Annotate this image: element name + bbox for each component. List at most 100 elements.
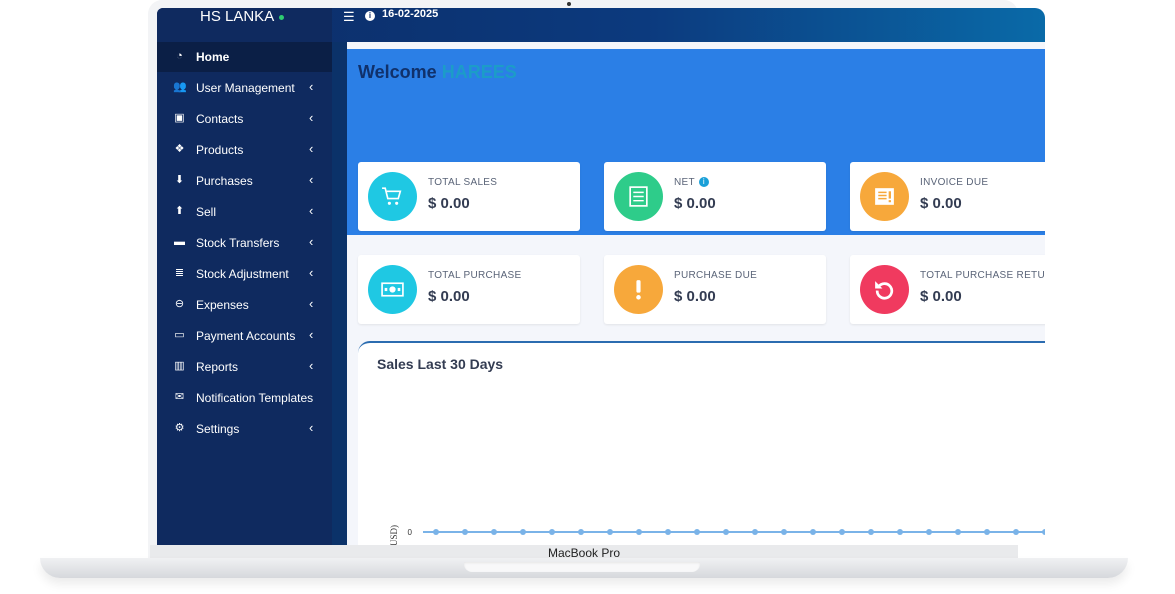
sidebar-item-label: Contacts — [196, 112, 244, 126]
data-point[interactable] — [462, 529, 468, 535]
stat-card-value: $ 0.00 — [428, 288, 470, 305]
top-bar: HS LANKA ☰ i 16-02-2025 — [157, 8, 1045, 42]
data-point[interactable] — [607, 529, 613, 535]
undo-icon — [860, 265, 909, 314]
chevron-left-icon: ‹ — [309, 141, 314, 156]
gear-icon: ⚙ — [174, 422, 185, 434]
welcome-user: HAREES — [441, 62, 517, 82]
data-point[interactable] — [897, 529, 903, 535]
sidebar-item-sell[interactable]: ⬆ Sell ‹ — [157, 197, 332, 227]
brand-name: HS LANKA — [200, 8, 275, 25]
stat-card-value: $ 0.00 — [674, 195, 716, 212]
data-point[interactable] — [926, 529, 932, 535]
dashboard-icon: ◔ — [176, 50, 183, 62]
stat-card-title: TOTAL SALES — [428, 177, 497, 188]
sidebar-item-label: Stock Transfers — [196, 236, 280, 250]
online-dot-icon — [279, 15, 284, 20]
stat-card-purchase-due: PURCHASE DUE $ 0.00 — [604, 255, 826, 324]
data-point[interactable] — [723, 529, 729, 535]
data-point[interactable] — [694, 529, 700, 535]
data-point[interactable] — [491, 529, 497, 535]
truck-icon: ▬ — [174, 236, 185, 248]
sidebar-item-purchases[interactable]: ⬇ Purchases ‹ — [157, 166, 332, 196]
info-icon[interactable]: i — [698, 177, 709, 187]
users-icon: 👥 — [173, 81, 187, 93]
sidebar-item-user-management[interactable]: 👥 User Management ‹ — [157, 73, 332, 103]
data-point[interactable] — [433, 529, 439, 535]
data-point[interactable] — [955, 529, 961, 535]
stat-card-title: TOTAL PURCHASE RETURN — [920, 270, 1045, 281]
stat-card-title: PURCHASE DUE — [674, 270, 757, 281]
money-check-icon: ▭ — [174, 329, 185, 341]
chevron-left-icon: ‹ — [309, 296, 314, 311]
data-point[interactable] — [868, 529, 874, 535]
database-icon: ≣ — [174, 267, 185, 279]
data-point[interactable] — [839, 529, 845, 535]
sidebar-item-label: Purchases — [196, 174, 253, 188]
sidebar-item-contacts[interactable]: ▣ Contacts ‹ — [157, 104, 332, 134]
stat-card-total-sales: TOTAL SALES $ 0.00 — [358, 162, 580, 231]
sidebar-item-home[interactable]: ◔ Home — [157, 42, 332, 72]
sidebar-item-stock-adjustment[interactable]: ≣ Stock Adjustment ‹ — [157, 259, 332, 289]
chevron-left-icon: ‹ — [309, 420, 314, 435]
arrow-circle-up-icon: ⬆ — [174, 205, 185, 217]
stat-card-title-text: TOTAL SALES — [428, 177, 498, 188]
sidebar-item-label: Payment Accounts — [196, 329, 296, 343]
envelope-icon: ✉ — [174, 391, 185, 403]
data-point[interactable] — [781, 529, 787, 535]
laptop-notch — [464, 562, 700, 572]
welcome-prefix: Welcome — [358, 62, 437, 82]
document-icon — [614, 172, 663, 221]
brand[interactable]: HS LANKA — [157, 8, 332, 42]
data-point[interactable] — [636, 529, 642, 535]
stat-card-value: $ 0.00 — [920, 195, 962, 212]
stat-card-value: $ 0.00 — [920, 288, 962, 305]
chevron-left-icon: ‹ — [309, 110, 314, 125]
sidebar-item-stock-transfers[interactable]: ▬ Stock Transfers ‹ — [157, 228, 332, 258]
stat-card-value: $ 0.00 — [674, 288, 716, 305]
bar-chart-icon: ▥ — [174, 360, 185, 372]
data-point[interactable] — [752, 529, 758, 535]
sidebar-item-payment-accounts[interactable]: ▭ Payment Accounts ‹ — [157, 321, 332, 351]
hamburger-menu-icon[interactable]: ☰ — [343, 8, 355, 26]
sidebar: ◔ Home 👥 User Management ‹ ▣ Contacts ‹ ❖ Product… — [157, 42, 347, 545]
sidebar-item-label: Products — [196, 143, 244, 157]
stat-card-total-purchase: TOTAL PURCHASE $ 0.00 — [358, 255, 580, 324]
welcome-heading: Welcome HAREES — [358, 62, 517, 83]
chevron-left-icon: ‹ — [309, 327, 314, 342]
data-point[interactable] — [810, 529, 816, 535]
sidebar-item-label: Stock Adjustment — [196, 267, 289, 281]
sidebar-item-label: Reports — [196, 360, 239, 374]
data-point[interactable] — [984, 529, 990, 535]
chevron-left-icon: ‹ — [309, 265, 314, 280]
data-point[interactable] — [549, 529, 555, 535]
sidebar-item-reports[interactable]: ▥ Reports ‹ — [157, 352, 332, 382]
sidebar-item-label: Expenses — [196, 298, 249, 312]
exclamation-icon — [614, 265, 663, 314]
info-icon[interactable]: i — [365, 11, 375, 21]
y-tick-label: 0 — [408, 528, 413, 537]
sidebar-item-label: Notification Templates — [196, 391, 314, 405]
sidebar-item-products[interactable]: ❖ Products ‹ — [157, 135, 332, 165]
sidebar-item-notification-templates[interactable]: ✉ Notification Templates — [157, 383, 332, 413]
data-point[interactable] — [1013, 529, 1019, 535]
stat-card-title-text: TOTAL PURCHASE RETURN — [920, 270, 1045, 281]
sidebar-item-settings[interactable]: ⚙ Settings ‹ — [157, 414, 332, 444]
minus-circle-icon: ⊖ — [174, 298, 185, 310]
camera — [567, 2, 571, 6]
stat-card-title-text: NET — [674, 177, 695, 188]
stat-card-invoice-due: INVOICE DUE $ 0.00 — [850, 162, 1045, 231]
stat-card-title-text: INVOICE DUE — [920, 177, 989, 188]
stat-card-title-text: TOTAL PURCHASE — [428, 270, 522, 281]
stat-card-net: NET i $ 0.00 — [604, 162, 826, 231]
stat-card-title-text: PURCHASE DUE — [674, 270, 758, 281]
sidebar-item-expenses[interactable]: ⊖ Expenses ‹ — [157, 290, 332, 320]
data-point[interactable] — [665, 529, 671, 535]
data-point[interactable] — [578, 529, 584, 535]
sales-chart-card: Sales Last 30 Days ales (USD) 0 — [358, 341, 1045, 545]
address-book-icon: ▣ — [174, 112, 185, 124]
data-point[interactable] — [520, 529, 526, 535]
chevron-left-icon: ‹ — [309, 203, 314, 218]
stat-card-title: NET i — [674, 177, 709, 188]
data-point[interactable] — [1042, 529, 1045, 535]
